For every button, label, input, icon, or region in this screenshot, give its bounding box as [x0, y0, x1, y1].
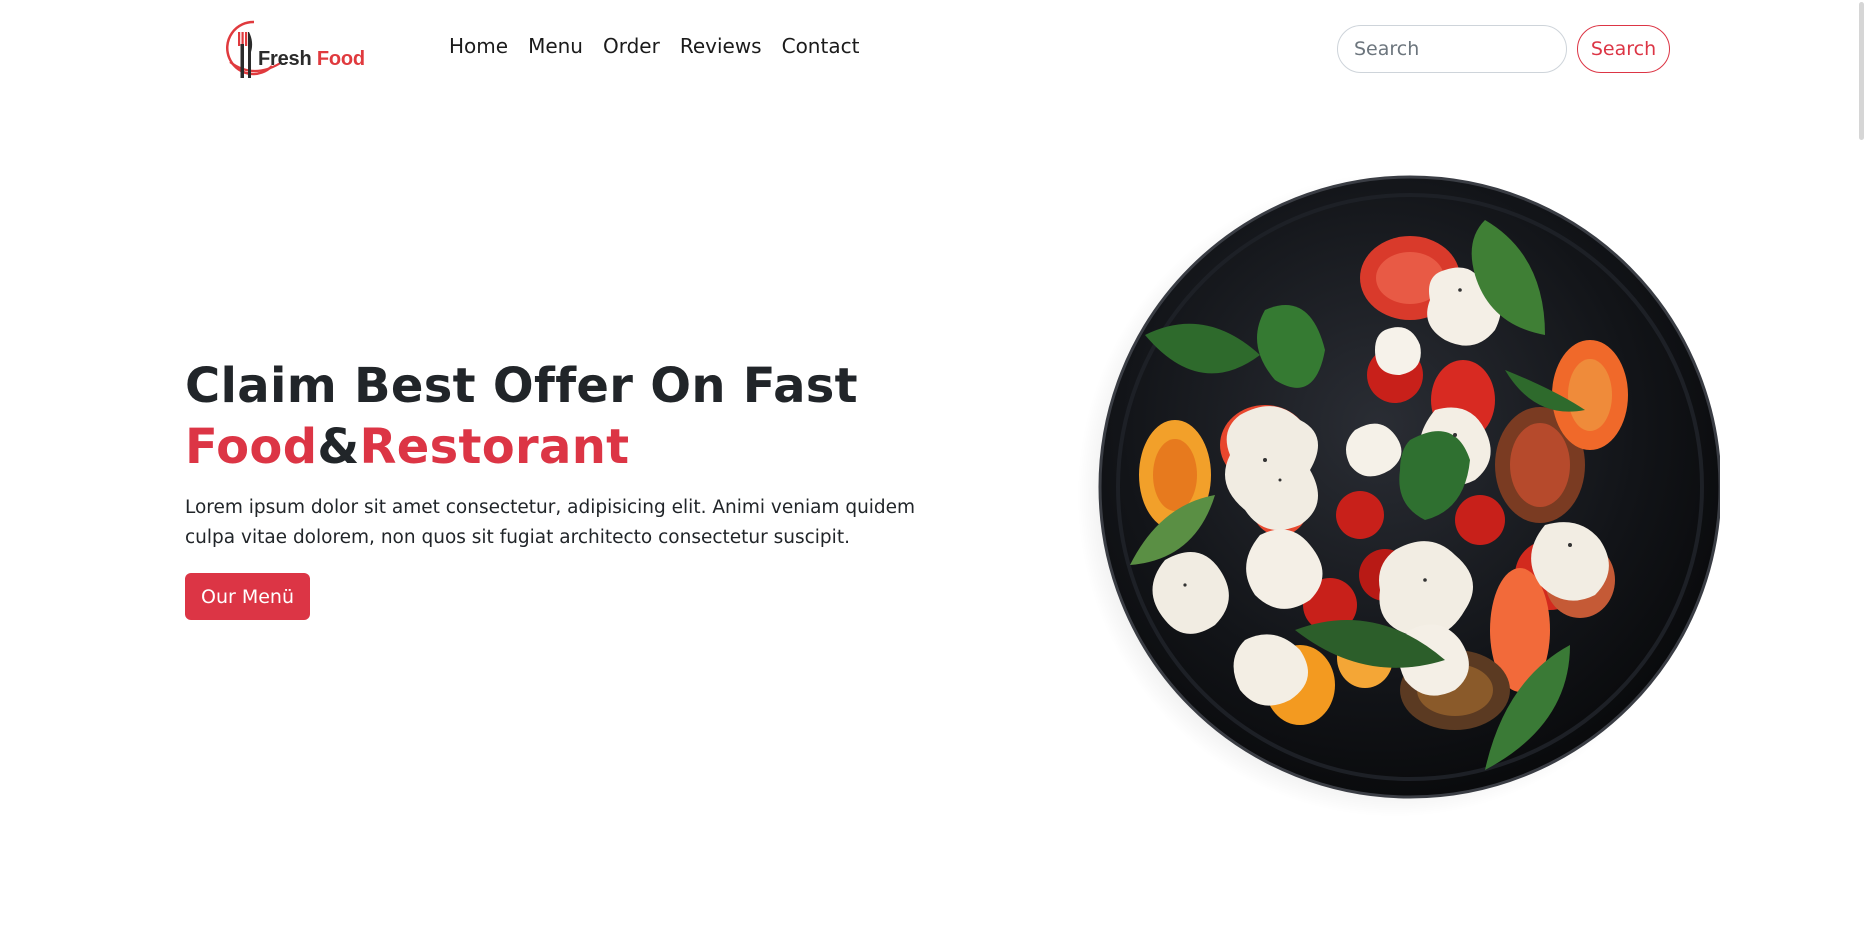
navbar: Fresh Food Home Menu Order Reviews Conta… — [0, 0, 1868, 96]
hero-title-restorant: Restorant — [359, 419, 630, 475]
salad-plate-image — [1065, 160, 1722, 820]
nav-menu: Home Menu Order Reviews Contact — [449, 34, 859, 58]
hero-title: Claim Best Offer On Fast Food&Restorant — [185, 356, 985, 478]
brand-name: Fresh Food — [258, 48, 365, 71]
nav-link-menu[interactable]: Menu — [528, 34, 583, 58]
hero-title-ampersand: & — [317, 419, 360, 475]
page: Fresh Food Home Menu Order Reviews Conta… — [0, 0, 1868, 930]
brand-word-food: Food — [316, 48, 365, 70]
search-button[interactable]: Search — [1577, 25, 1670, 73]
scrollbar-thumb[interactable] — [1859, 2, 1864, 140]
scrollbar[interactable] — [1854, 0, 1868, 930]
brand-word-fresh: Fresh — [258, 48, 312, 70]
hero-title-food: Food — [185, 419, 318, 475]
our-menu-button[interactable]: Our Menü — [185, 573, 310, 620]
search-input[interactable] — [1337, 25, 1567, 73]
nav-link-contact[interactable]: Contact — [782, 34, 860, 58]
nav-link-order[interactable]: Order — [603, 34, 660, 58]
nav-link-reviews[interactable]: Reviews — [680, 34, 762, 58]
nav-link-home[interactable]: Home — [449, 34, 508, 58]
hero-description: Lorem ipsum dolor sit amet consectetur, … — [185, 497, 916, 548]
hero-title-line1: Claim Best Offer On Fast — [185, 358, 858, 414]
brand-logo[interactable]: Fresh Food — [220, 18, 370, 80]
